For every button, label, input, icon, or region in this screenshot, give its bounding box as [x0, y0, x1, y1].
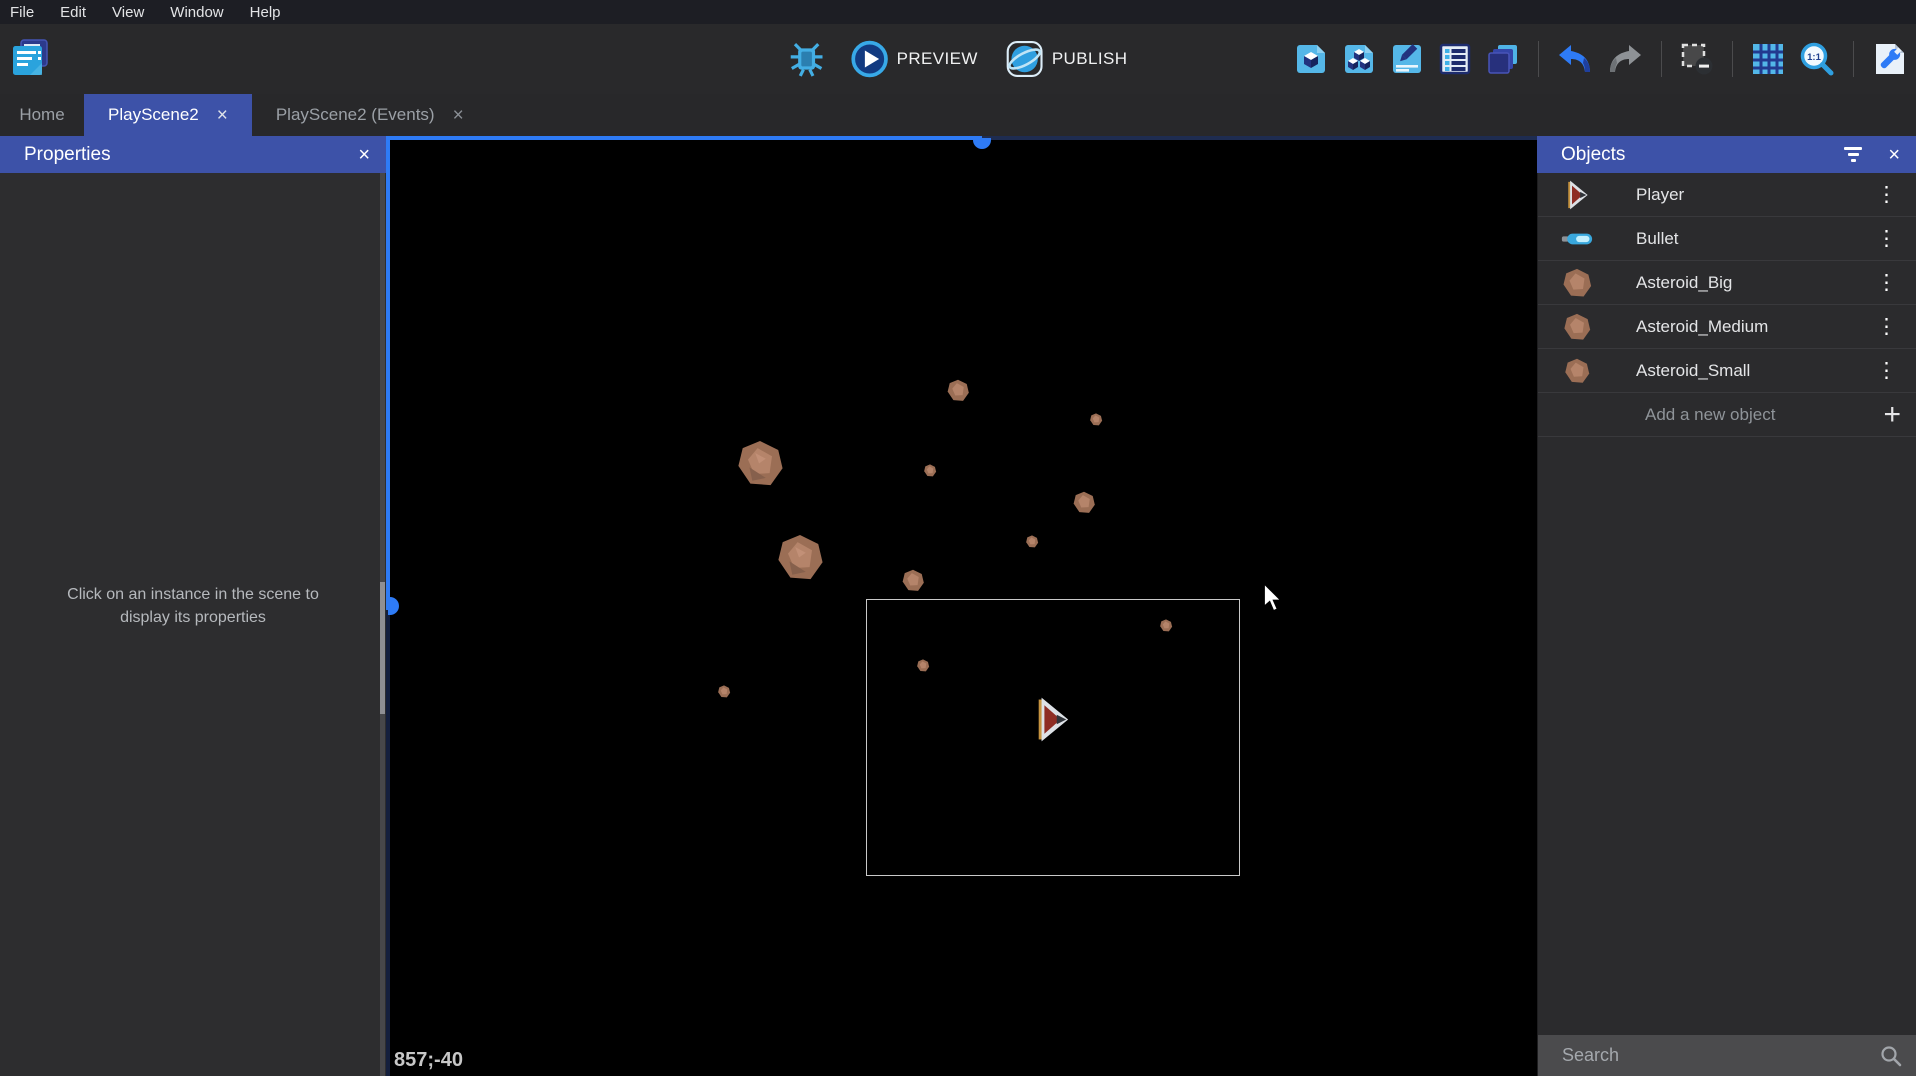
properties-scrollbar-track[interactable] — [380, 136, 385, 1076]
grid-icon[interactable] — [1751, 42, 1785, 76]
scene-canvas[interactable]: 857;-40 — [386, 136, 1537, 1076]
asteroid-icon — [1560, 266, 1594, 300]
player-ship-icon — [1560, 178, 1594, 212]
scene-properties-icon[interactable] — [1872, 42, 1906, 76]
add-object-row[interactable]: Add a new object + — [1538, 393, 1916, 437]
open-object-groups-icon[interactable] — [1342, 42, 1376, 76]
toolbar-separator — [1732, 41, 1733, 77]
add-object-label: Add a new object — [1645, 405, 1883, 425]
undo-icon[interactable] — [1557, 42, 1593, 76]
publish-globe-icon — [1006, 40, 1044, 78]
objects-panel-title: Objects — [1561, 144, 1844, 166]
toolbar: PREVIEW PUBLISH — [0, 24, 1916, 94]
search-input[interactable] — [1562, 1045, 1879, 1066]
preview-label: PREVIEW — [897, 49, 978, 69]
properties-scrollbar-thumb[interactable] — [380, 582, 385, 714]
asteroid-medium-instance[interactable] — [902, 569, 925, 597]
canvas-vscrollbar-thumb[interactable] — [386, 136, 390, 610]
tab-playscene2[interactable]: PlayScene2 × — [84, 94, 252, 136]
clear-selection-icon[interactable] — [1680, 42, 1714, 76]
canvas-hscrollbar-thumb[interactable] — [386, 136, 982, 140]
open-objects-editor-icon[interactable] — [1294, 42, 1328, 76]
svg-text:1:1: 1:1 — [1807, 52, 1821, 63]
asteroid-small-instance[interactable] — [917, 659, 930, 677]
preview-button[interactable]: PREVIEW — [851, 40, 978, 78]
canvas-hscrollbar-handle[interactable] — [973, 138, 991, 149]
menubar: File Edit View Window Help — [0, 0, 1916, 24]
object-menu-button[interactable]: ⋮ — [1870, 182, 1903, 207]
preview-play-icon — [851, 40, 889, 78]
object-menu-button[interactable]: ⋮ — [1870, 226, 1903, 251]
close-objects-icon[interactable]: × — [1888, 145, 1900, 165]
object-label: Asteroid_Small — [1636, 361, 1870, 381]
gdevelop-logo-icon[interactable] — [10, 38, 50, 78]
close-tab-icon[interactable]: × — [453, 106, 464, 125]
debug-icon[interactable] — [789, 41, 825, 77]
properties-panel: Click on an instance in the scene to dis… — [0, 136, 386, 1076]
object-row-asteroid-small[interactable]: Asteroid_Small ⋮ — [1538, 349, 1916, 393]
layers-icon[interactable] — [1486, 42, 1520, 76]
object-row-asteroid-big[interactable]: Asteroid_Big ⋮ — [1538, 261, 1916, 305]
asteroid-small-instance[interactable] — [1026, 535, 1039, 553]
tab-playscene2-events[interactable]: PlayScene2 (Events) × — [252, 94, 488, 136]
object-row-bullet[interactable]: Bullet ⋮ — [1538, 217, 1916, 261]
object-label: Asteroid_Medium — [1636, 317, 1870, 337]
instances-list-icon[interactable] — [1438, 42, 1472, 76]
objects-panel-header: Objects × — [1537, 136, 1916, 173]
asteroid-small-instance[interactable] — [1090, 413, 1103, 431]
object-row-player[interactable]: Player ⋮ — [1538, 173, 1916, 217]
menu-file[interactable]: File — [10, 4, 34, 21]
tab-playscene2-label: PlayScene2 — [108, 105, 199, 125]
cursor-scene-coordinates: 857;-40 — [394, 1049, 463, 1072]
properties-panel-title: Properties — [24, 144, 358, 166]
asteroid-big-instance[interactable] — [776, 534, 824, 587]
asteroid-icon — [1560, 354, 1594, 388]
asteroid-medium-instance[interactable] — [1073, 491, 1096, 519]
tab-playscene2-events-label: PlayScene2 (Events) — [276, 105, 435, 125]
object-label: Player — [1636, 185, 1870, 205]
menu-help[interactable]: Help — [250, 4, 281, 21]
asteroid-icon — [1560, 310, 1594, 344]
zoom-1-1-icon[interactable]: 1:1 — [1799, 41, 1835, 77]
player-instance[interactable] — [1033, 697, 1071, 748]
redo-icon[interactable] — [1607, 42, 1643, 76]
toolbar-separator — [1853, 41, 1854, 77]
object-menu-button[interactable]: ⋮ — [1870, 358, 1903, 383]
object-menu-button[interactable]: ⋮ — [1870, 270, 1903, 295]
tab-home-label: Home — [19, 105, 64, 125]
properties-panel-header: Properties × — [0, 136, 386, 173]
tab-home[interactable]: Home — [0, 94, 84, 136]
object-menu-button[interactable]: ⋮ — [1870, 314, 1903, 339]
canvas-vscrollbar-handle[interactable] — [388, 597, 399, 615]
tabbar: Home PlayScene2 × PlayScene2 (Events) × — [0, 94, 1916, 136]
menu-view[interactable]: View — [112, 4, 144, 21]
toolbar-separator — [1661, 41, 1662, 77]
plus-icon[interactable]: + — [1883, 400, 1901, 430]
menu-edit[interactable]: Edit — [60, 4, 86, 21]
publish-button[interactable]: PUBLISH — [1006, 40, 1128, 78]
mouse-cursor — [1263, 583, 1285, 618]
properties-empty-message: Click on an instance in the scene to dis… — [58, 583, 328, 629]
asteroid-small-instance[interactable] — [718, 685, 731, 703]
objects-searchbar — [1538, 1035, 1916, 1076]
close-properties-icon[interactable]: × — [358, 145, 370, 165]
search-icon[interactable] — [1879, 1044, 1903, 1068]
asteroid-big-instance[interactable] — [736, 440, 784, 493]
menu-window[interactable]: Window — [170, 4, 223, 21]
close-tab-icon[interactable]: × — [217, 106, 228, 125]
object-label: Asteroid_Big — [1636, 273, 1870, 293]
bullet-icon — [1560, 222, 1594, 256]
edit-scene-icon[interactable] — [1390, 42, 1424, 76]
asteroid-small-instance[interactable] — [924, 464, 937, 482]
toolbar-separator — [1538, 41, 1539, 77]
object-row-asteroid-medium[interactable]: Asteroid_Medium ⋮ — [1538, 305, 1916, 349]
asteroid-small-instance[interactable] — [1160, 619, 1173, 637]
publish-label: PUBLISH — [1052, 49, 1128, 69]
filter-icon[interactable] — [1844, 147, 1862, 162]
asteroid-medium-instance[interactable] — [947, 379, 970, 407]
objects-panel: Player ⋮ Bullet ⋮ Asteroid_Big ⋮ — [1537, 136, 1916, 1076]
object-label: Bullet — [1636, 229, 1870, 249]
